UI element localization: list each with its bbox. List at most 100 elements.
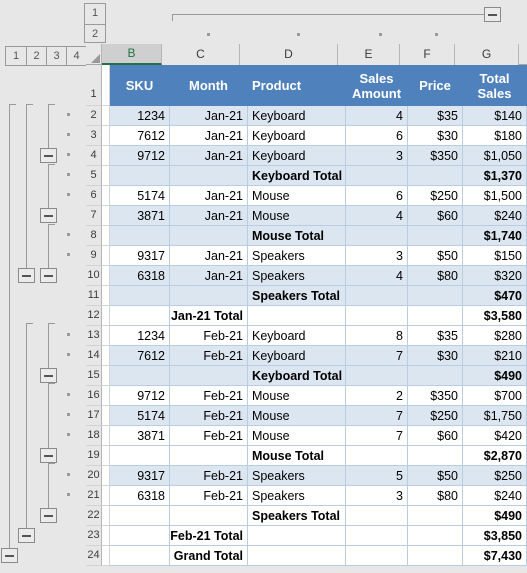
cell-a4[interactable] bbox=[102, 146, 110, 166]
cell-total-5[interactable]: $1,370 bbox=[463, 166, 527, 186]
cell-total-20[interactable]: $250 bbox=[463, 466, 527, 486]
cell-price-9[interactable]: $50 bbox=[408, 246, 463, 266]
cell-total-16[interactable]: $700 bbox=[463, 386, 527, 406]
cell-a11[interactable] bbox=[102, 286, 110, 306]
cell-amount-17[interactable]: 7 bbox=[346, 406, 408, 426]
cell-sku-21[interactable]: 6318 bbox=[110, 486, 170, 506]
cell-price-16[interactable]: $350 bbox=[408, 386, 463, 406]
cell-month-10[interactable]: Jan-21 bbox=[170, 266, 248, 286]
cell-price-2[interactable]: $35 bbox=[408, 106, 463, 126]
cell-product-6[interactable]: Mouse bbox=[248, 186, 346, 206]
cell-month-19[interactable] bbox=[170, 446, 248, 466]
row-header-23[interactable]: 23 bbox=[86, 526, 102, 546]
cell-price-14[interactable]: $30 bbox=[408, 346, 463, 366]
cell-total-10[interactable]: $320 bbox=[463, 266, 527, 286]
row-header-8[interactable]: 8 bbox=[86, 226, 102, 246]
cell-month-23[interactable]: Feb-21 Total bbox=[170, 526, 248, 546]
cell-a20[interactable] bbox=[102, 466, 110, 486]
cell-a22[interactable] bbox=[102, 506, 110, 526]
table-header-product[interactable]: Product bbox=[248, 65, 346, 106]
cell-price-13[interactable]: $35 bbox=[408, 326, 463, 346]
column-header-e[interactable]: E bbox=[338, 44, 400, 65]
cell-a1[interactable] bbox=[102, 65, 110, 106]
cell-amount-5[interactable] bbox=[346, 166, 408, 186]
cell-product-2[interactable]: Keyboard bbox=[248, 106, 346, 126]
cell-month-16[interactable]: Feb-21 bbox=[170, 386, 248, 406]
cell-a23[interactable] bbox=[102, 526, 110, 546]
cell-price-4[interactable]: $350 bbox=[408, 146, 463, 166]
cell-sku-5[interactable] bbox=[110, 166, 170, 186]
cell-month-9[interactable]: Jan-21 bbox=[170, 246, 248, 266]
cell-price-10[interactable]: $80 bbox=[408, 266, 463, 286]
row-header-15[interactable]: 15 bbox=[86, 366, 102, 386]
column-outline-level-buttons[interactable]: 1 2 bbox=[84, 3, 106, 43]
cell-total-17[interactable]: $1,750 bbox=[463, 406, 527, 426]
cell-month-8[interactable] bbox=[170, 226, 248, 246]
cell-total-8[interactable]: $1,740 bbox=[463, 226, 527, 246]
cell-amount-19[interactable] bbox=[346, 446, 408, 466]
cell-amount-4[interactable]: 3 bbox=[346, 146, 408, 166]
cell-month-3[interactable]: Jan-21 bbox=[170, 126, 248, 146]
column-level-button-2[interactable]: 2 bbox=[85, 24, 105, 44]
column-header-f[interactable]: F bbox=[400, 44, 455, 65]
cell-total-18[interactable]: $420 bbox=[463, 426, 527, 446]
cell-product-10[interactable]: Speakers bbox=[248, 266, 346, 286]
cell-a18[interactable] bbox=[102, 426, 110, 446]
column-outline-bar[interactable] bbox=[0, 0, 527, 44]
row-header-12[interactable]: 12 bbox=[86, 306, 102, 326]
cell-amount-8[interactable] bbox=[346, 226, 408, 246]
collapse-rows-keyboard1-button[interactable] bbox=[40, 148, 57, 163]
cell-total-23[interactable]: $3,850 bbox=[463, 526, 527, 546]
cell-product-21[interactable]: Speakers bbox=[248, 486, 346, 506]
cell-a3[interactable] bbox=[102, 126, 110, 146]
cell-sku-10[interactable]: 6318 bbox=[110, 266, 170, 286]
row-header-9[interactable]: 9 bbox=[86, 246, 102, 266]
cell-sku-14[interactable]: 7612 bbox=[110, 346, 170, 366]
cell-product-12[interactable] bbox=[248, 306, 346, 326]
cell-sku-22[interactable] bbox=[110, 506, 170, 526]
cell-price-22[interactable] bbox=[408, 506, 463, 526]
row-header-11[interactable]: 11 bbox=[86, 286, 102, 306]
cell-amount-12[interactable] bbox=[346, 306, 408, 326]
cell-total-14[interactable]: $210 bbox=[463, 346, 527, 366]
cell-sku-15[interactable] bbox=[110, 366, 170, 386]
cell-sku-2[interactable]: 1234 bbox=[110, 106, 170, 126]
row-header-18[interactable]: 18 bbox=[86, 426, 102, 446]
cell-total-4[interactable]: $1,050 bbox=[463, 146, 527, 166]
cell-product-19[interactable]: Mouse Total bbox=[248, 446, 346, 466]
cell-total-13[interactable]: $280 bbox=[463, 326, 527, 346]
cell-a24[interactable] bbox=[102, 546, 110, 566]
cell-price-6[interactable]: $250 bbox=[408, 186, 463, 206]
cell-amount-20[interactable]: 5 bbox=[346, 466, 408, 486]
collapse-rows-mouse2-button[interactable] bbox=[40, 448, 57, 463]
cell-product-4[interactable]: Keyboard bbox=[248, 146, 346, 166]
cell-product-15[interactable]: Keyboard Total bbox=[248, 366, 346, 386]
row-header-14[interactable]: 14 bbox=[86, 346, 102, 366]
cell-price-7[interactable]: $60 bbox=[408, 206, 463, 226]
table-header-sales-amount[interactable]: Sales Amount bbox=[346, 65, 408, 106]
cell-sku-24[interactable] bbox=[110, 546, 170, 566]
table-header-price[interactable]: Price bbox=[408, 65, 463, 106]
row-header-6[interactable]: 6 bbox=[86, 186, 102, 206]
collapse-rows-keyboard2-button[interactable] bbox=[40, 368, 57, 383]
cell-product-11[interactable]: Speakers Total bbox=[248, 286, 346, 306]
row-header-3[interactable]: 3 bbox=[86, 126, 102, 146]
cell-month-12[interactable]: Jan-21 Total bbox=[170, 306, 248, 326]
cell-product-7[interactable]: Mouse bbox=[248, 206, 346, 226]
cell-product-13[interactable]: Keyboard bbox=[248, 326, 346, 346]
row-header-19[interactable]: 19 bbox=[86, 446, 102, 466]
cell-sku-7[interactable]: 3871 bbox=[110, 206, 170, 226]
cell-price-19[interactable] bbox=[408, 446, 463, 466]
cell-sku-4[interactable]: 9712 bbox=[110, 146, 170, 166]
cell-a10[interactable] bbox=[102, 266, 110, 286]
cell-a12[interactable] bbox=[102, 306, 110, 326]
cell-price-20[interactable]: $50 bbox=[408, 466, 463, 486]
cell-a19[interactable] bbox=[102, 446, 110, 466]
cell-amount-23[interactable] bbox=[346, 526, 408, 546]
cell-a16[interactable] bbox=[102, 386, 110, 406]
cell-total-7[interactable]: $240 bbox=[463, 206, 527, 226]
column-header-d[interactable]: D bbox=[240, 44, 338, 65]
row-header-5[interactable]: 5 bbox=[86, 166, 102, 186]
cell-product-24[interactable] bbox=[248, 546, 346, 566]
cell-product-20[interactable]: Speakers bbox=[248, 466, 346, 486]
